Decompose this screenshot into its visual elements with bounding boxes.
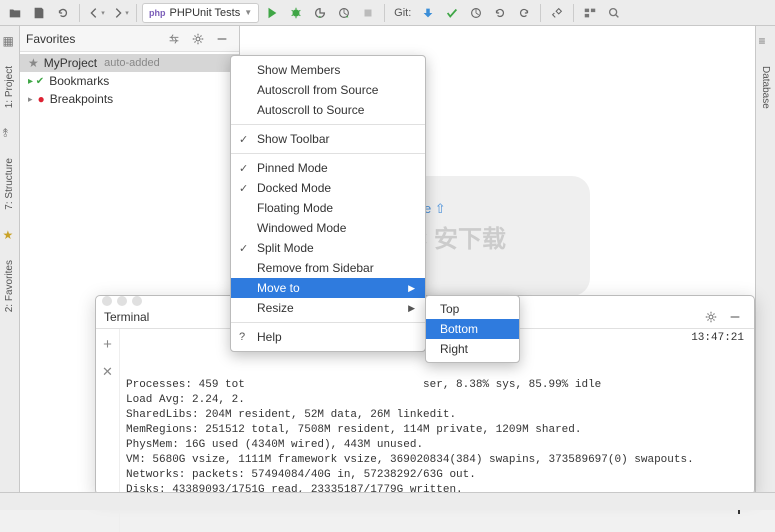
favorites-tab-icon[interactable]: ★: [3, 228, 17, 242]
run-config-selector[interactable]: php PHPUnit Tests ▼: [142, 3, 259, 23]
refresh-icon[interactable]: [52, 2, 74, 24]
project-tab-icon[interactable]: ▦: [3, 34, 17, 48]
menu-item[interactable]: Floating Mode: [231, 198, 425, 218]
menu-item[interactable]: Remove from Sidebar: [231, 258, 425, 278]
right-tool-tabs: ≡ Database: [755, 26, 775, 492]
open-icon[interactable]: [4, 2, 26, 24]
favorites-title: Favorites: [26, 32, 75, 46]
menu-item[interactable]: ✓Docked Mode: [231, 178, 425, 198]
submenu-item[interactable]: Bottom: [426, 319, 519, 339]
menu-item[interactable]: ✓Show Toolbar: [231, 129, 425, 149]
submenu-item[interactable]: Top: [426, 299, 519, 319]
terminal-hide-icon[interactable]: [724, 306, 746, 328]
menu-item[interactable]: Windowed Mode: [231, 218, 425, 238]
menu-item[interactable]: ?Help: [231, 327, 425, 347]
favorites-item[interactable]: ▸ ●Breakpoints: [20, 90, 239, 108]
run-config-label: PHPUnit Tests: [170, 7, 241, 19]
coverage-icon[interactable]: [309, 2, 331, 24]
terminal-line: PhysMem: 16G used (4340M wired), 443M un…: [126, 438, 748, 453]
terminal-line: SharedLibs: 204M resident, 52M data, 26M…: [126, 408, 748, 423]
terminal-line: Processes: 459 tot ser, 8.38% sys, 85.99…: [126, 378, 748, 393]
menu-item[interactable]: Show Members: [231, 60, 425, 80]
terminal-gear-icon[interactable]: [700, 306, 722, 328]
debug-icon[interactable]: [285, 2, 307, 24]
submenu-item[interactable]: Right: [426, 339, 519, 359]
git-history-icon[interactable]: [489, 2, 511, 24]
structure-tab-icon[interactable]: ⥉: [3, 126, 17, 140]
search-everywhere-icon[interactable]: [603, 2, 625, 24]
git-label: Git:: [394, 7, 411, 19]
gear-icon[interactable]: [187, 28, 209, 50]
favorites-item[interactable]: ★MyProjectauto-added: [20, 54, 239, 72]
terminal-time: 13:47:21: [691, 331, 744, 346]
menu-item[interactable]: Autoscroll from Source: [231, 80, 425, 100]
traffic-max-icon[interactable]: [132, 296, 142, 306]
stop-icon[interactable]: [357, 2, 379, 24]
terminal-line: VM: 5680G vsize, 1111M framework vsize, …: [126, 453, 748, 468]
left-tool-tabs: ▦ 1: Project ⥉ 7: Structure ★ 2: Favorit…: [0, 26, 20, 492]
database-tab-icon[interactable]: ≡: [759, 34, 773, 48]
profile-icon[interactable]: [333, 2, 355, 24]
terminal-title: Terminal: [104, 310, 149, 324]
tab-structure[interactable]: 7: Structure: [2, 154, 17, 214]
menu-item[interactable]: Move to▶: [231, 278, 425, 298]
tab-database[interactable]: Database: [758, 62, 773, 113]
run-icon[interactable]: [261, 2, 283, 24]
context-menu: Show MembersAutoscroll from SourceAutosc…: [230, 55, 426, 352]
terminal-line: MemRegions: 251512 total, 7508M resident…: [126, 423, 748, 438]
menu-item[interactable]: Resize▶: [231, 298, 425, 318]
traffic-min-icon[interactable]: [117, 296, 127, 306]
terminal-line: Load Avg: 2.24, 2.: [126, 393, 748, 408]
terminal-add-icon[interactable]: +: [97, 333, 119, 355]
tab-favorites[interactable]: 2: Favorites: [2, 256, 17, 316]
git-compare-icon[interactable]: [465, 2, 487, 24]
git-update-icon[interactable]: [417, 2, 439, 24]
git-revert-icon[interactable]: [513, 2, 535, 24]
save-icon[interactable]: [28, 2, 50, 24]
menu-item[interactable]: Autoscroll to Source: [231, 100, 425, 120]
hide-icon[interactable]: [211, 28, 233, 50]
forward-icon[interactable]: ▾: [109, 2, 131, 24]
favorites-item[interactable]: ▸ ✔Bookmarks: [20, 72, 239, 90]
tab-project[interactable]: 1: Project: [2, 62, 17, 112]
traffic-close-icon[interactable]: [102, 296, 112, 306]
project-structure-icon[interactable]: [579, 2, 601, 24]
terminal-close-tab-icon[interactable]: ✕: [97, 361, 119, 383]
terminal-line: Networks: packets: 57494084/40G in, 5723…: [126, 468, 748, 483]
git-commit-icon[interactable]: [441, 2, 463, 24]
settings-icon[interactable]: [546, 2, 568, 24]
move-to-submenu: TopBottomRight: [425, 295, 520, 363]
menu-item[interactable]: ✓Split Mode: [231, 238, 425, 258]
status-bar: [0, 492, 775, 510]
back-icon[interactable]: ▾: [85, 2, 107, 24]
menu-item[interactable]: ✓Pinned Mode: [231, 158, 425, 178]
main-toolbar: ▾ ▾ php PHPUnit Tests ▼ Git:: [0, 0, 775, 26]
expand-icon[interactable]: [163, 28, 185, 50]
